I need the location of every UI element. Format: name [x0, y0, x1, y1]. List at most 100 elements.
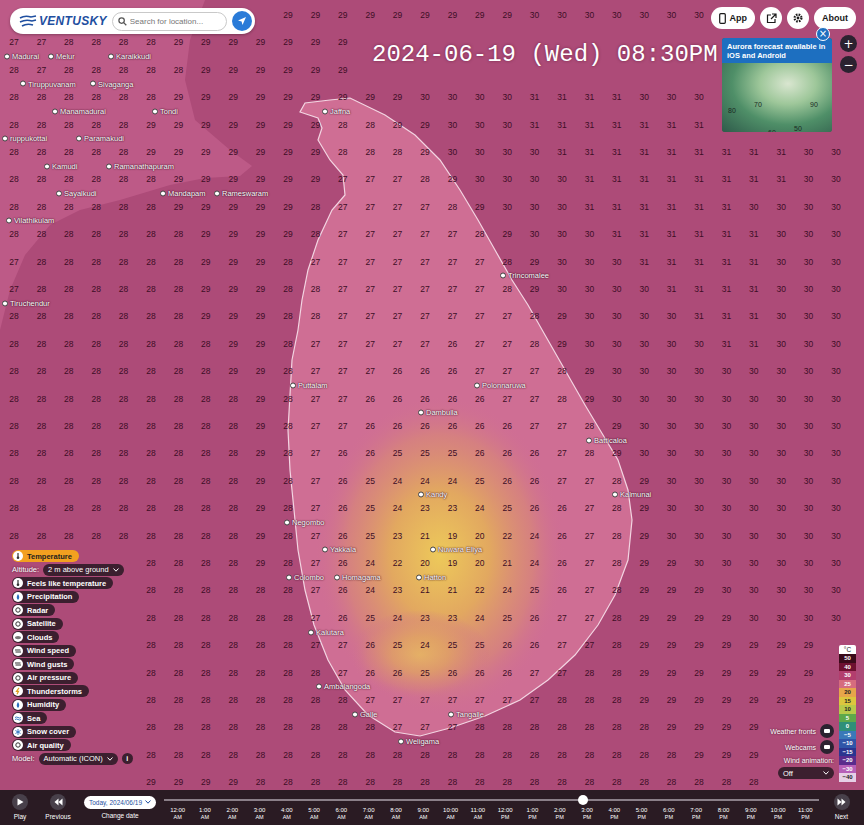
city-marker[interactable]: Ambalangoda: [316, 682, 370, 691]
layer-item[interactable]: Wind speed: [12, 645, 76, 657]
previous-control[interactable]: Previous: [40, 790, 76, 825]
layer-item[interactable]: Precipitation: [12, 591, 79, 603]
hour-label[interactable]: 8:00AM: [382, 807, 409, 821]
model-info-button[interactable]: i: [122, 753, 133, 764]
time-slider[interactable]: 12:00AM1:00AM2:00AM3:00AM4:00AM5:00AM6:0…: [164, 790, 819, 825]
city-marker[interactable]: Sivaganga: [90, 79, 133, 88]
city-marker[interactable]: Tangalle: [448, 710, 484, 719]
layer-item[interactable]: Air quality: [12, 739, 71, 751]
layer-item[interactable]: Temperature: [12, 550, 79, 562]
layer-item[interactable]: Clouds: [12, 631, 59, 643]
city-marker[interactable]: Homagama: [334, 573, 381, 582]
hour-label[interactable]: 6:00AM: [328, 807, 355, 821]
hour-label[interactable]: 5:00AM: [300, 807, 327, 821]
city-marker[interactable]: Ramanathapuram: [106, 162, 174, 171]
search-field[interactable]: [112, 12, 227, 31]
layer-item[interactable]: Radar: [12, 604, 55, 616]
layer-item[interactable]: Wind gusts: [12, 658, 74, 670]
city-marker[interactable]: Rameswaram: [214, 189, 268, 198]
wind-animation-select[interactable]: Off: [778, 767, 834, 779]
time-slider-thumb[interactable]: [578, 795, 588, 805]
hour-label[interactable]: 4:00PM: [601, 807, 628, 821]
city-marker[interactable]: Galle: [352, 710, 378, 719]
hour-label[interactable]: 2:00PM: [546, 807, 573, 821]
layer-item[interactable]: Feels like temperature: [12, 577, 113, 589]
city-marker[interactable]: Tiruchendur: [2, 299, 50, 308]
previous-button[interactable]: [50, 794, 66, 810]
hour-label[interactable]: 12:00PM: [491, 807, 518, 821]
logo[interactable]: VENTUSKY: [19, 14, 107, 28]
hour-label[interactable]: 1:00AM: [191, 807, 218, 821]
city-marker[interactable]: Yakkala: [322, 545, 356, 554]
date-picker[interactable]: Today, 2024/06/19: [84, 796, 156, 809]
hour-label[interactable]: 9:00PM: [737, 807, 764, 821]
hour-label[interactable]: 1:00PM: [519, 807, 546, 821]
city-marker[interactable]: Melur: [48, 52, 75, 61]
hour-label[interactable]: 11:00AM: [464, 807, 491, 821]
city-marker[interactable]: Manamadurai: [52, 107, 106, 116]
settings-button[interactable]: [787, 7, 809, 29]
layer-item[interactable]: Sea: [12, 712, 47, 724]
city-marker[interactable]: Weligama: [398, 737, 439, 746]
hour-label[interactable]: 10:00PM: [764, 807, 791, 821]
hour-label[interactable]: 3:00AM: [246, 807, 273, 821]
city-marker[interactable]: Polonnaruwa: [474, 381, 526, 390]
city-marker[interactable]: Mandapam: [160, 189, 206, 198]
city-marker[interactable]: Tondi: [152, 107, 178, 116]
layer-item[interactable]: Thunderstorms: [12, 685, 89, 697]
layer-item[interactable]: Air pressure: [12, 672, 78, 684]
next-button[interactable]: [834, 794, 850, 810]
overlay-toggle[interactable]: Webcams: [785, 740, 834, 754]
city-marker[interactable]: Colombo: [286, 573, 324, 582]
city-marker[interactable]: Vilathikulam: [6, 216, 54, 225]
hour-label[interactable]: 6:00PM: [655, 807, 682, 821]
city-marker[interactable]: ruppukottai: [2, 134, 47, 143]
city-marker[interactable]: Hatton: [416, 573, 446, 582]
hour-label[interactable]: 7:00AM: [355, 807, 382, 821]
hour-label[interactable]: 9:00AM: [410, 807, 437, 821]
hour-label[interactable]: 12:00AM: [164, 807, 191, 821]
zoom-button[interactable]: +: [840, 35, 857, 52]
layer-item[interactable]: Satellite: [12, 618, 63, 630]
play-control[interactable]: Play: [0, 790, 40, 825]
city-marker[interactable]: Negombo: [284, 518, 325, 527]
city-marker[interactable]: Paramakudi: [76, 134, 124, 143]
hour-label[interactable]: 7:00PM: [683, 807, 710, 821]
city-marker[interactable]: Kalutara: [308, 628, 344, 637]
city-marker[interactable]: Kamudi: [44, 162, 77, 171]
layer-item[interactable]: Humidity: [12, 699, 66, 711]
share-button[interactable]: [760, 7, 782, 29]
play-button[interactable]: [12, 794, 28, 810]
city-marker[interactable]: Trincomalee: [500, 271, 549, 280]
aurora-promo-card[interactable]: Aurora forecast available in iOS and And…: [722, 38, 832, 132]
hour-label[interactable]: 2:00AM: [219, 807, 246, 821]
hour-label[interactable]: 10:00AM: [437, 807, 464, 821]
city-marker[interactable]: Nuwara Eliya: [430, 545, 482, 554]
about-button[interactable]: About: [814, 7, 856, 29]
city-marker[interactable]: Sayalkudi: [56, 189, 97, 198]
model-select[interactable]: Automatic (ICON): [39, 753, 118, 765]
city-marker[interactable]: Puttalam: [290, 381, 328, 390]
overlay-toggle[interactable]: Weather fronts: [770, 724, 834, 738]
city-marker[interactable]: Kandy: [418, 490, 447, 499]
app-button[interactable]: App: [711, 7, 756, 29]
hour-label[interactable]: 8:00PM: [710, 807, 737, 821]
zoom-button[interactable]: −: [840, 56, 857, 73]
city-marker[interactable]: Tiruppuvanam: [20, 79, 76, 88]
hour-label[interactable]: 3:00PM: [573, 807, 600, 821]
next-control[interactable]: Next: [819, 790, 864, 825]
layer-item[interactable]: Snow cover: [12, 726, 76, 738]
city-marker[interactable]: Karaikkudi: [108, 52, 151, 61]
city-marker[interactable]: Kalmunai: [612, 490, 651, 499]
promo-close-button[interactable]: ×: [816, 27, 830, 41]
hour-label[interactable]: 4:00AM: [273, 807, 300, 821]
city-marker[interactable]: Jaffna: [322, 107, 350, 116]
hour-label[interactable]: 5:00PM: [628, 807, 655, 821]
locate-button[interactable]: [232, 11, 252, 31]
city-marker[interactable]: Dambulla: [418, 408, 458, 417]
altitude-select[interactable]: 2 m above ground: [43, 564, 123, 576]
city-marker[interactable]: Batticaloa: [586, 436, 627, 445]
search-input[interactable]: [130, 17, 221, 26]
city-marker[interactable]: Madurai: [4, 52, 39, 61]
hour-label[interactable]: 11:00PM: [792, 807, 819, 821]
